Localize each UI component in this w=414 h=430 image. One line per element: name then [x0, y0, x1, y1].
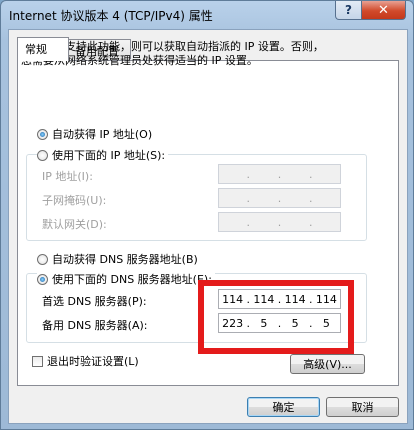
dns-auto-radio[interactable]: 自动获得 DNS 服务器地址(B)	[37, 251, 201, 267]
validate-on-exit-checkbox[interactable]: 退出时验证设置(L)	[32, 353, 139, 369]
preferred-dns-input[interactable]: 114. 114. 114. 114	[218, 289, 341, 309]
description-text: 如果网络支持此功能，则可以获取自动指派的 IP 设置。否则， 您需要从网络系统管…	[21, 40, 361, 68]
ip-dot: .	[246, 167, 251, 181]
dns-manual-label: 使用下面的 DNS 服务器地址(E):	[52, 273, 212, 286]
validate-on-exit-label: 退出时验证设置(L)	[47, 355, 139, 368]
alternate-dns-label: 备用 DNS 服务器(A):	[42, 319, 148, 332]
ip-auto-label: 自动获得 IP 地址(O)	[52, 128, 153, 141]
help-icon: ?	[345, 3, 352, 17]
description-line-1: 如果网络支持此功能，则可以获取自动指派的 IP 设置。否则，	[21, 40, 324, 53]
ip-segment: 5	[260, 316, 268, 330]
ip-dot: .	[309, 167, 313, 181]
ip-address-label: IP 地址(I):	[42, 170, 93, 183]
help-button[interactable]: ?	[335, 1, 362, 20]
ip-segment: 223	[222, 316, 244, 330]
dns-manual-radio[interactable]: 使用下面的 DNS 服务器地址(E):	[37, 271, 215, 287]
ip-dot: .	[277, 215, 282, 229]
preferred-dns-label: 首选 DNS 服务器(P):	[42, 295, 147, 308]
checkbox-unchecked-icon	[32, 355, 43, 367]
ip-segment: 114	[253, 292, 275, 306]
tab-general[interactable]: 常规	[17, 37, 69, 61]
default-gateway-label: 默认网关(D):	[42, 218, 107, 231]
ip-dot: .	[309, 215, 313, 229]
title-bar[interactable]: Internet 协议版本 4 (TCP/IPv4) 属性 ? ✕	[1, 1, 413, 29]
ip-segment: 5	[291, 316, 299, 330]
alternate-dns-input[interactable]: 223. 5. 5. 5	[218, 313, 341, 333]
ip-dot: .	[277, 191, 282, 205]
close-icon: ✕	[378, 2, 389, 18]
ip-manual-radio[interactable]: 使用下面的 IP 地址(S):	[37, 147, 169, 163]
ip-address-input[interactable]: . . .	[218, 164, 341, 184]
ip-segment: 114	[222, 292, 244, 306]
advanced-button[interactable]: 高级(V)...	[290, 354, 365, 374]
radio-selected-icon	[37, 273, 48, 285]
ip-segment: 5	[322, 316, 330, 330]
radio-selected-icon	[37, 128, 48, 140]
dns-auto-label: 自动获得 DNS 服务器地址(B)	[52, 253, 198, 266]
ip-segment: 114	[284, 292, 306, 306]
subnet-mask-input[interactable]: . . .	[218, 188, 341, 208]
dialog-window: Internet 协议版本 4 (TCP/IPv4) 属性 ? ✕ 常规 备用配…	[0, 0, 414, 430]
ip-dot: .	[246, 215, 251, 229]
ok-button[interactable]: 确定	[247, 397, 320, 417]
ip-auto-radio[interactable]: 自动获得 IP 地址(O)	[37, 126, 156, 142]
ip-dot: .	[309, 191, 313, 205]
default-gateway-input[interactable]: . . .	[218, 212, 341, 232]
ip-dot: .	[246, 191, 251, 205]
subnet-mask-label: 子网掩码(U):	[42, 194, 107, 207]
cancel-button[interactable]: 取消	[326, 397, 399, 417]
description-line-2: 您需要从网络系统管理员处获得适当的 IP 设置。	[21, 54, 258, 67]
ip-manual-label: 使用下面的 IP 地址(S):	[52, 149, 166, 162]
window-title: Internet 协议版本 4 (TCP/IPv4) 属性	[9, 9, 213, 23]
close-button[interactable]: ✕	[361, 1, 406, 20]
ip-dot: .	[277, 167, 282, 181]
radio-unselected-icon	[37, 149, 48, 161]
ip-segment: 114	[315, 292, 337, 306]
radio-unselected-icon	[37, 253, 48, 265]
